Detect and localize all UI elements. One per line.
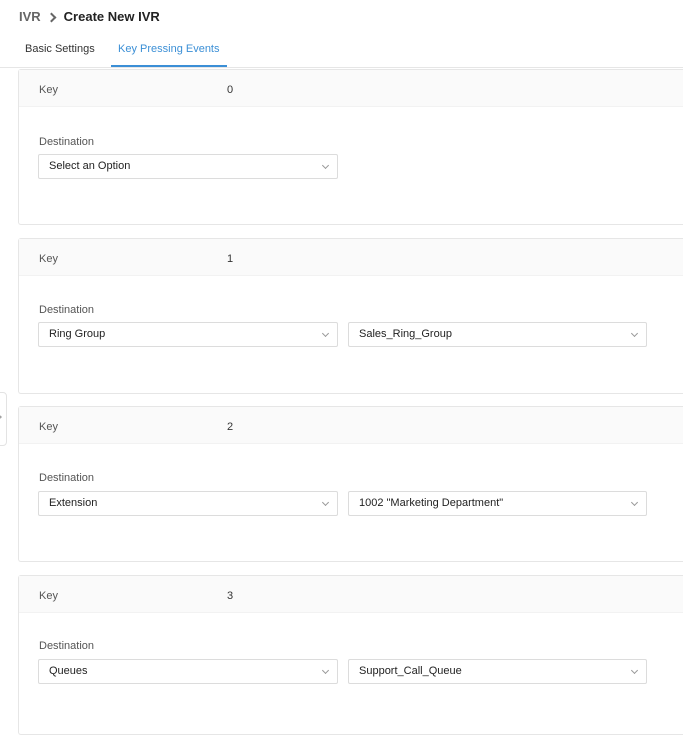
destination-type-value: Ring Group [49, 328, 106, 340]
destination-label: Destination [39, 640, 95, 652]
destination-target-value: Support_Call_Queue [359, 665, 462, 677]
destination-target-value: Sales_Ring_Group [359, 328, 452, 340]
key-label: Key [39, 421, 58, 433]
key-label: Key [39, 253, 58, 265]
destination-label: Destination [39, 304, 95, 316]
page-title: Create New IVR [63, 9, 160, 24]
key-event-header: Key 3 [19, 576, 683, 613]
chevron-down-icon [321, 329, 330, 338]
destination-type-select[interactable]: Queues [38, 659, 338, 684]
key-event-card-0: Key 0 Destination Select an Option [18, 69, 683, 225]
chevron-down-icon [321, 161, 330, 170]
key-event-header: Key 1 [19, 239, 683, 276]
collapse-handle[interactable] [0, 392, 7, 446]
breadcrumb: IVR Create New IVR [19, 9, 160, 24]
key-label: Key [39, 590, 58, 602]
destination-target-select[interactable]: 1002 "Marketing Department" [348, 491, 647, 516]
key-event-card-3: Key 3 Destination Queues Support_Call_Qu… [18, 575, 683, 735]
destination-target-select[interactable]: Sales_Ring_Group [348, 322, 647, 347]
chevron-right-icon [48, 13, 56, 21]
destination-type-value: Queues [49, 665, 88, 677]
breadcrumb-ivr-link[interactable]: IVR [19, 9, 41, 24]
key-label: Key [39, 84, 58, 96]
key-event-header: Key 2 [19, 407, 683, 444]
destination-type-select[interactable]: Select an Option [38, 154, 338, 179]
chevron-down-icon [321, 498, 330, 507]
destination-target-value: 1002 "Marketing Department" [359, 497, 504, 509]
destination-type-select[interactable]: Extension [38, 491, 338, 516]
destination-type-value: Extension [49, 497, 98, 509]
chevron-down-icon [630, 498, 639, 507]
destination-label: Destination [39, 136, 95, 148]
key-event-header: Key 0 [19, 70, 683, 107]
key-value: 3 [227, 590, 234, 602]
destination-type-value: Select an Option [49, 160, 131, 172]
tab-key-pressing-events[interactable]: Key Pressing Events [111, 35, 227, 67]
chevron-down-icon [321, 666, 330, 675]
destination-type-select[interactable]: Ring Group [38, 322, 338, 347]
chevron-down-icon [630, 666, 639, 675]
page-header: IVR Create New IVR Basic Settings Key Pr… [0, 0, 683, 68]
destination-target-select[interactable]: Support_Call_Queue [348, 659, 647, 684]
key-value: 0 [227, 84, 234, 96]
key-event-card-1: Key 1 Destination Ring Group Sales_Ring_… [18, 238, 683, 394]
tab-basic-settings[interactable]: Basic Settings [25, 35, 95, 65]
key-value: 1 [227, 253, 234, 265]
key-value: 2 [227, 421, 234, 433]
chevron-down-icon [630, 329, 639, 338]
key-event-card-2: Key 2 Destination Extension 1002 "Market… [18, 406, 683, 562]
destination-label: Destination [39, 472, 95, 484]
